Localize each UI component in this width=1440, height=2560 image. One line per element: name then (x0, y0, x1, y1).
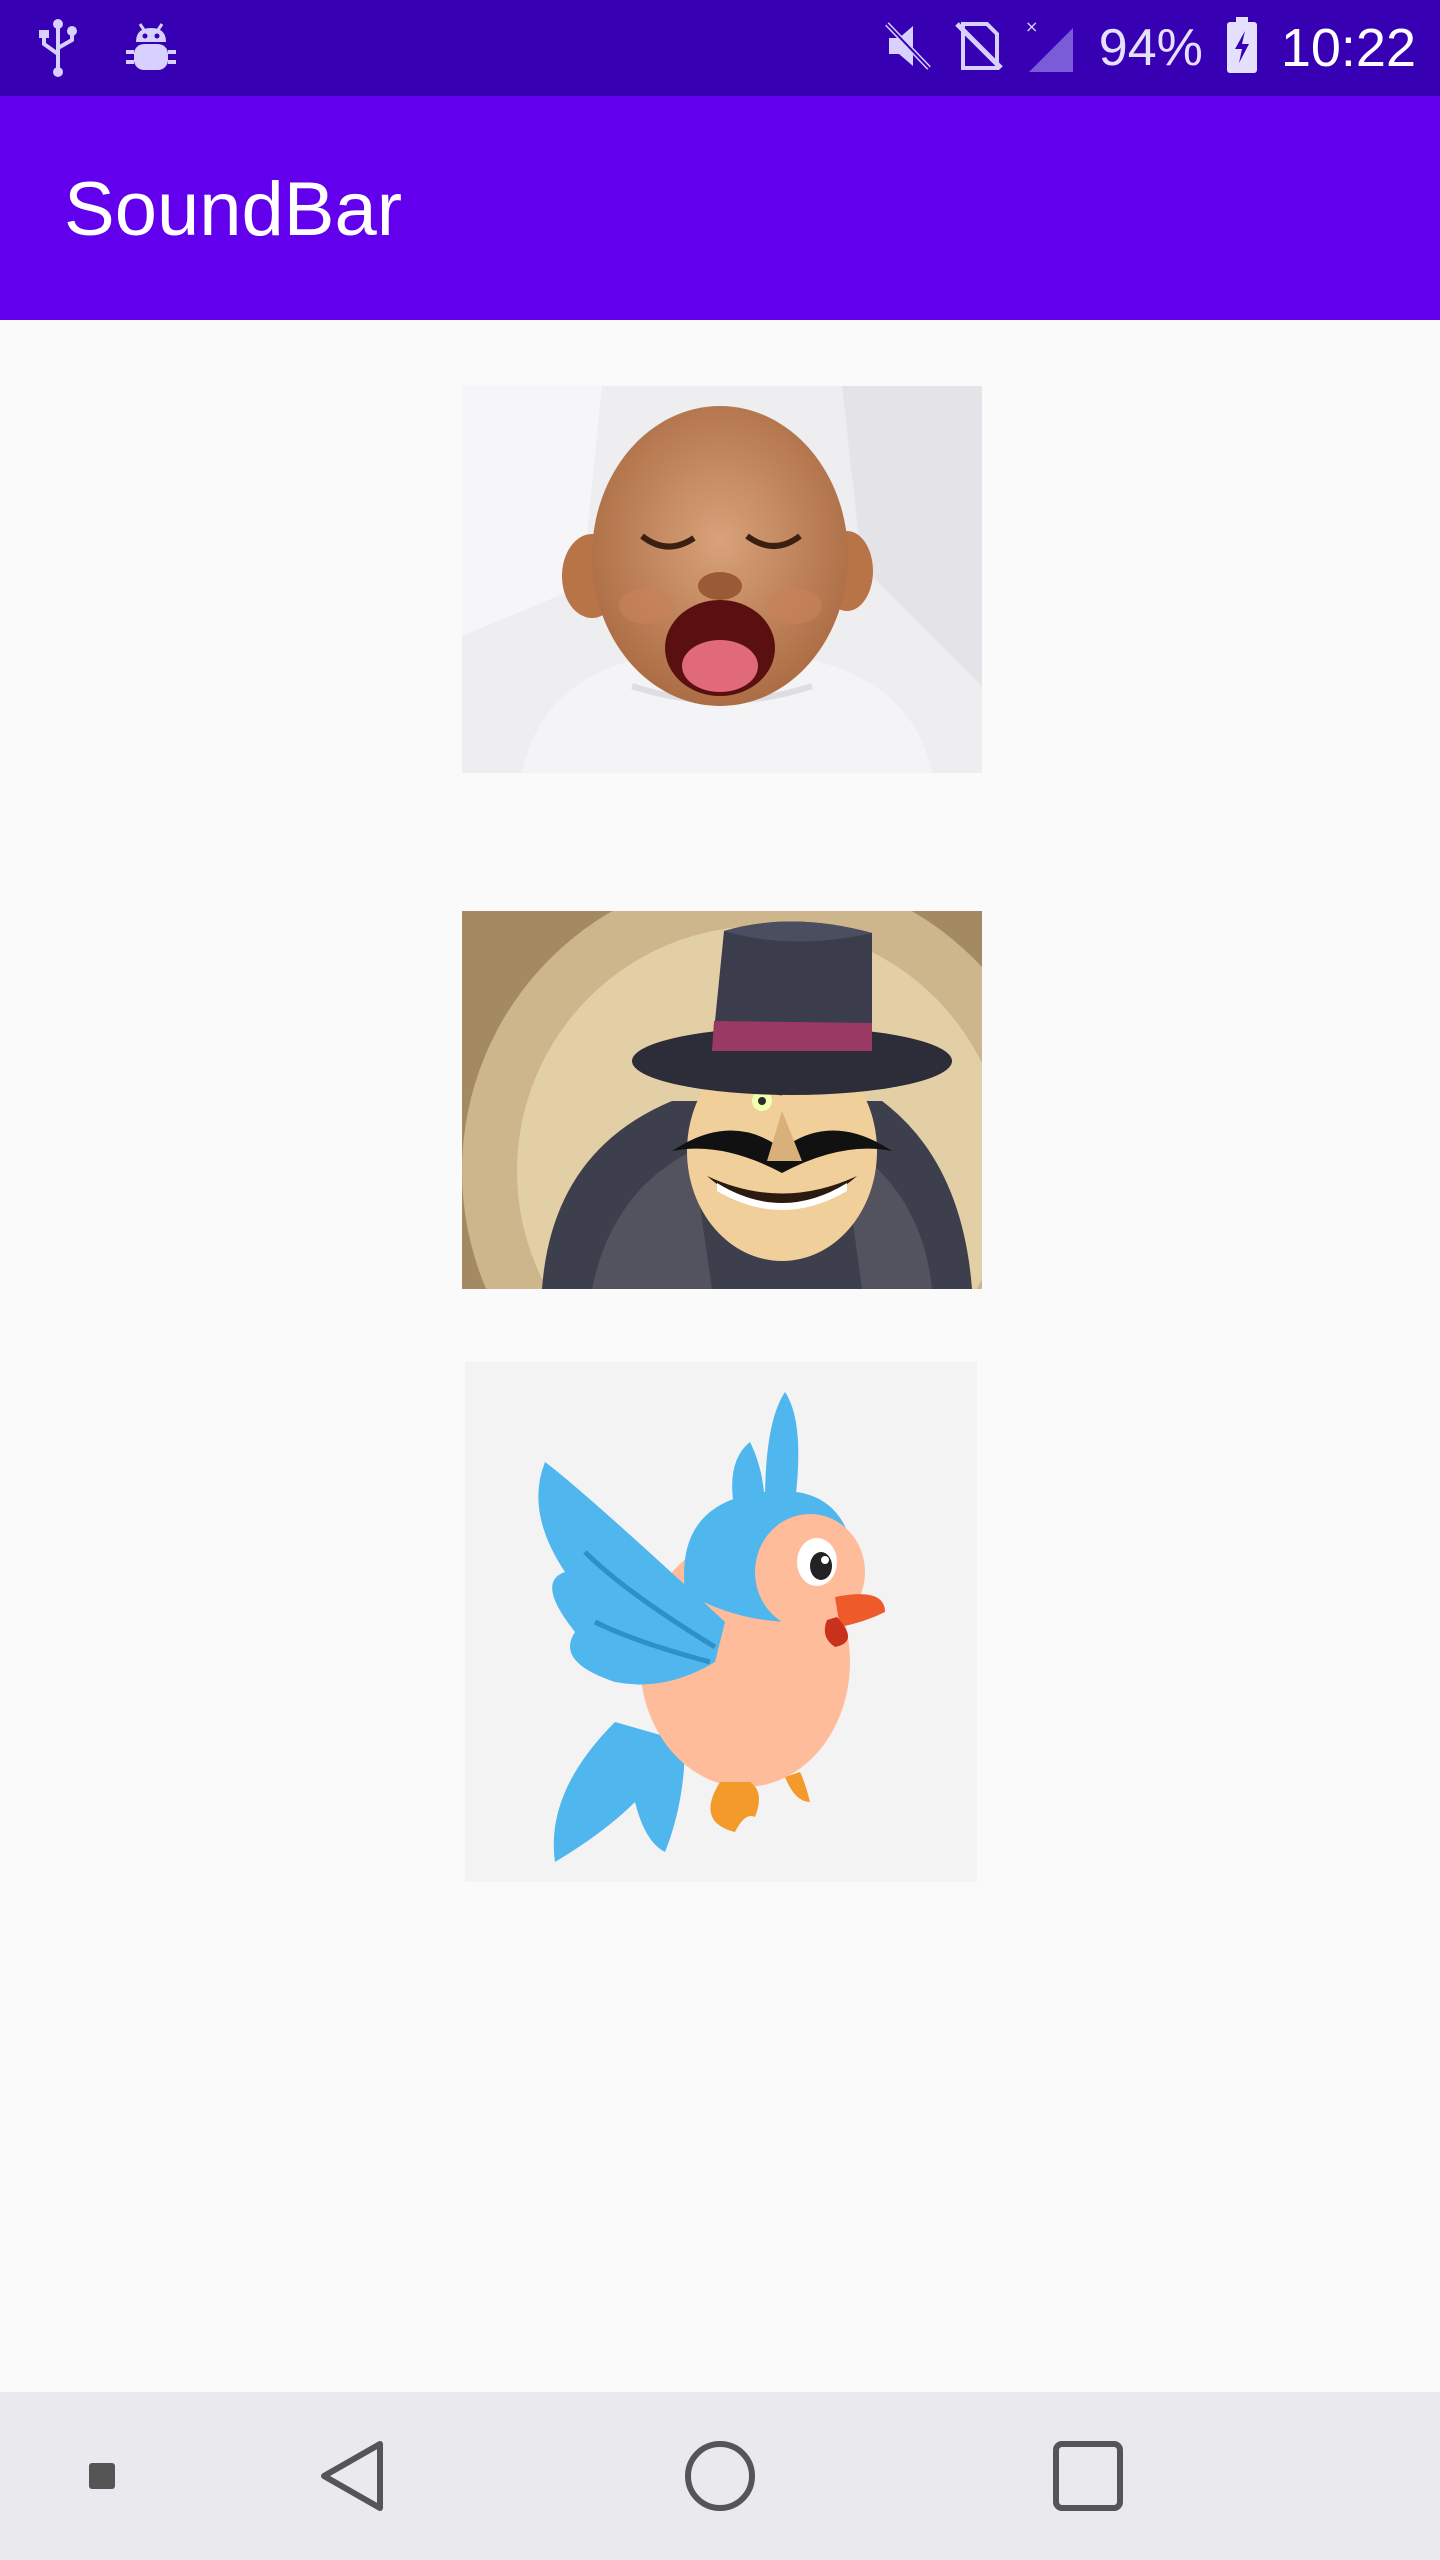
villain-image (462, 911, 982, 1289)
laughing-baby-image (462, 386, 982, 773)
clock: 10:22 (1280, 18, 1416, 78)
mute-icon (883, 20, 933, 77)
villain-sound-button[interactable] (462, 911, 982, 1289)
laughing-baby-sound-button[interactable] (462, 386, 982, 773)
home-icon[interactable] (668, 2424, 772, 2528)
status-right-icons: × 94% 10:22 (883, 12, 1416, 84)
bird-image (465, 1362, 977, 1882)
status-bar: × 94% 10:22 (0, 0, 1440, 96)
app-title: SoundBar (64, 167, 403, 252)
sound-list (0, 320, 1440, 2392)
usb-icon (36, 18, 80, 83)
svg-text:×: × (1025, 18, 1038, 36)
signal-icon: × (1025, 17, 1077, 79)
overview-icon[interactable] (1036, 2424, 1140, 2528)
battery-percent: 94% (1098, 19, 1203, 77)
status-left-icons (36, 18, 176, 83)
battery-icon (1225, 16, 1259, 80)
android-debug-icon (126, 20, 176, 81)
back-icon[interactable] (300, 2424, 404, 2528)
no-sim-icon (955, 20, 1003, 77)
bird-sound-button[interactable] (465, 1362, 977, 1882)
navigation-bar (0, 2392, 1440, 2560)
recent-apps-small-icon[interactable] (50, 2424, 154, 2528)
app-bar: SoundBar (0, 96, 1440, 320)
